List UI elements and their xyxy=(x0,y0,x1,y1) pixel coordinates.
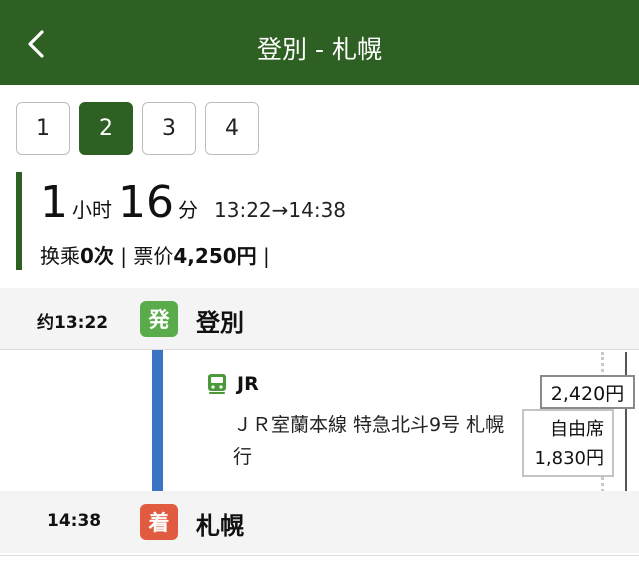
meta-separator-end: | xyxy=(263,244,270,268)
departure-arrival-times: 13:22→14:38 xyxy=(214,198,347,222)
route-tab-1[interactable]: 1 xyxy=(16,102,70,155)
arrival-time: 14:38 xyxy=(47,511,102,531)
train-company: JR xyxy=(237,373,259,395)
route-option-tabs: 1 2 3 4 xyxy=(16,102,259,155)
departure-time: 约13:22 xyxy=(37,313,109,333)
fare-box: 2,420円 xyxy=(540,375,635,409)
arrival-station: 札幌 xyxy=(196,512,244,540)
price-value: 4,250円 xyxy=(173,244,257,268)
transfer-label: 换乘 xyxy=(40,244,80,268)
route-tab-4[interactable]: 4 xyxy=(205,102,259,155)
arrival-badge: 着 xyxy=(140,504,178,540)
departure-stop-row[interactable]: 约13:22 発 登別 xyxy=(0,288,639,350)
route-tab-3[interactable]: 3 xyxy=(142,102,196,155)
scrollbar[interactable] xyxy=(625,352,627,492)
duration-hours: 1 xyxy=(40,177,68,228)
trip-meta: 换乘0次 | 票价4,250円 | xyxy=(40,240,270,269)
meta-separator: | xyxy=(120,244,128,268)
train-icon xyxy=(208,374,226,394)
seat-fare-box: 自由席 1,830円 xyxy=(522,409,614,477)
route-tab-2[interactable]: 2 xyxy=(79,102,133,155)
duration-minutes-unit: 分 xyxy=(178,198,198,222)
header-bar: 登別 - 札幌 xyxy=(0,0,639,85)
departure-badge: 発 xyxy=(140,301,178,337)
duration-summary: 1 小时 16 分 13:22→14:38 xyxy=(40,178,346,228)
page-title: 登別 - 札幌 xyxy=(257,35,382,64)
transfer-count: 0次 xyxy=(80,244,114,268)
duration-hours-unit: 小时 xyxy=(72,198,112,222)
route-line xyxy=(152,350,163,495)
bottom-divider xyxy=(0,555,639,556)
departure-station: 登別 xyxy=(196,309,244,337)
seat-type: 自由席 xyxy=(550,419,604,440)
price-label: 票价 xyxy=(133,244,174,268)
duration-minutes: 16 xyxy=(118,177,174,228)
arrival-stop-row[interactable]: 14:38 着 札幌 xyxy=(0,491,639,553)
seat-fare: 1,830円 xyxy=(534,448,604,469)
summary-accent-bar xyxy=(16,172,22,270)
train-description[interactable]: ＪＲ室蘭本線 特急北斗9号 札幌行 xyxy=(233,409,523,473)
